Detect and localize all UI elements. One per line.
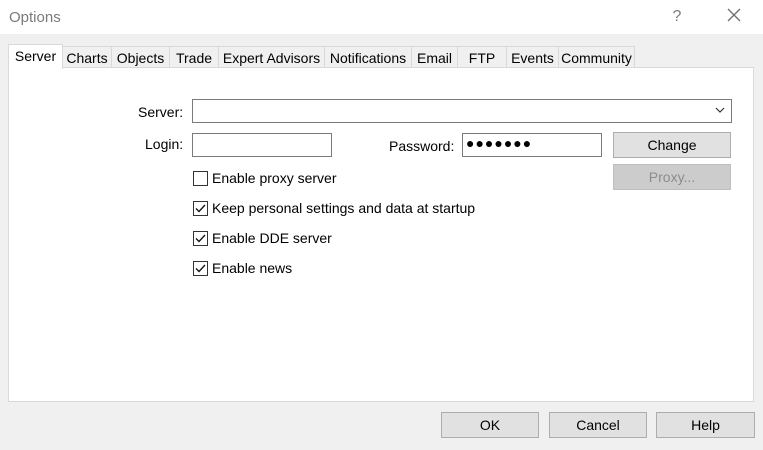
proxy-button[interactable]: Proxy...: [613, 164, 731, 190]
close-button[interactable]: [717, 2, 751, 32]
ok-button[interactable]: OK: [441, 412, 539, 438]
tab-expert-advisors[interactable]: Expert Advisors: [218, 46, 325, 68]
login-label: Login:: [145, 136, 184, 152]
tab-events[interactable]: Events: [506, 46, 559, 68]
tab-charts[interactable]: Charts: [62, 46, 112, 68]
enable-proxy-label: Enable proxy server: [212, 170, 337, 186]
tab-server[interactable]: Server: [8, 44, 63, 69]
title-bar: Options ?: [0, 0, 763, 34]
tab-email[interactable]: Email: [411, 46, 458, 68]
proxy-checkbox-row[interactable]: Enable proxy server: [193, 169, 337, 187]
checkmark-icon: [195, 234, 206, 242]
keep-settings-label: Keep personal settings and data at start…: [212, 200, 476, 216]
tab-notifications[interactable]: Notifications: [324, 46, 412, 68]
password-value: ●●●●●●●: [466, 135, 533, 151]
keep-settings-checkbox-row[interactable]: Keep personal settings and data at start…: [193, 199, 475, 217]
chevron-down-icon: [713, 103, 727, 117]
tab-ftp[interactable]: FTP: [457, 46, 507, 68]
login-field[interactable]: [192, 133, 332, 157]
tab-community[interactable]: Community: [558, 46, 635, 68]
change-button[interactable]: Change: [613, 132, 731, 158]
close-icon: [727, 8, 741, 27]
cancel-button[interactable]: Cancel: [549, 412, 647, 438]
enable-proxy-checkbox[interactable]: [193, 170, 208, 186]
checkmark-icon: [195, 204, 206, 212]
enable-dde-label: Enable DDE server: [212, 230, 332, 246]
window-title: Options: [9, 9, 61, 26]
password-field[interactable]: ●●●●●●●: [462, 133, 602, 157]
checkmark-icon: [195, 264, 206, 272]
server-select[interactable]: [192, 99, 732, 123]
server-panel: Server: Login: Password: ●●●●●●● Change …: [8, 67, 754, 402]
question-icon: ?: [672, 8, 682, 25]
news-checkbox-row[interactable]: Enable news: [193, 259, 292, 277]
server-label: Server:: [138, 104, 184, 120]
keep-settings-checkbox[interactable]: [193, 200, 208, 216]
tab-objects[interactable]: Objects: [111, 46, 170, 68]
tab-trade[interactable]: Trade: [169, 46, 219, 68]
enable-dde-checkbox[interactable]: [193, 230, 208, 246]
enable-news-checkbox[interactable]: [193, 260, 208, 276]
help-button[interactable]: ?: [660, 2, 694, 32]
dde-checkbox-row[interactable]: Enable DDE server: [193, 229, 332, 247]
enable-news-label: Enable news: [212, 260, 293, 276]
password-label: Password:: [389, 138, 455, 154]
help-dialog-button[interactable]: Help: [656, 412, 755, 438]
